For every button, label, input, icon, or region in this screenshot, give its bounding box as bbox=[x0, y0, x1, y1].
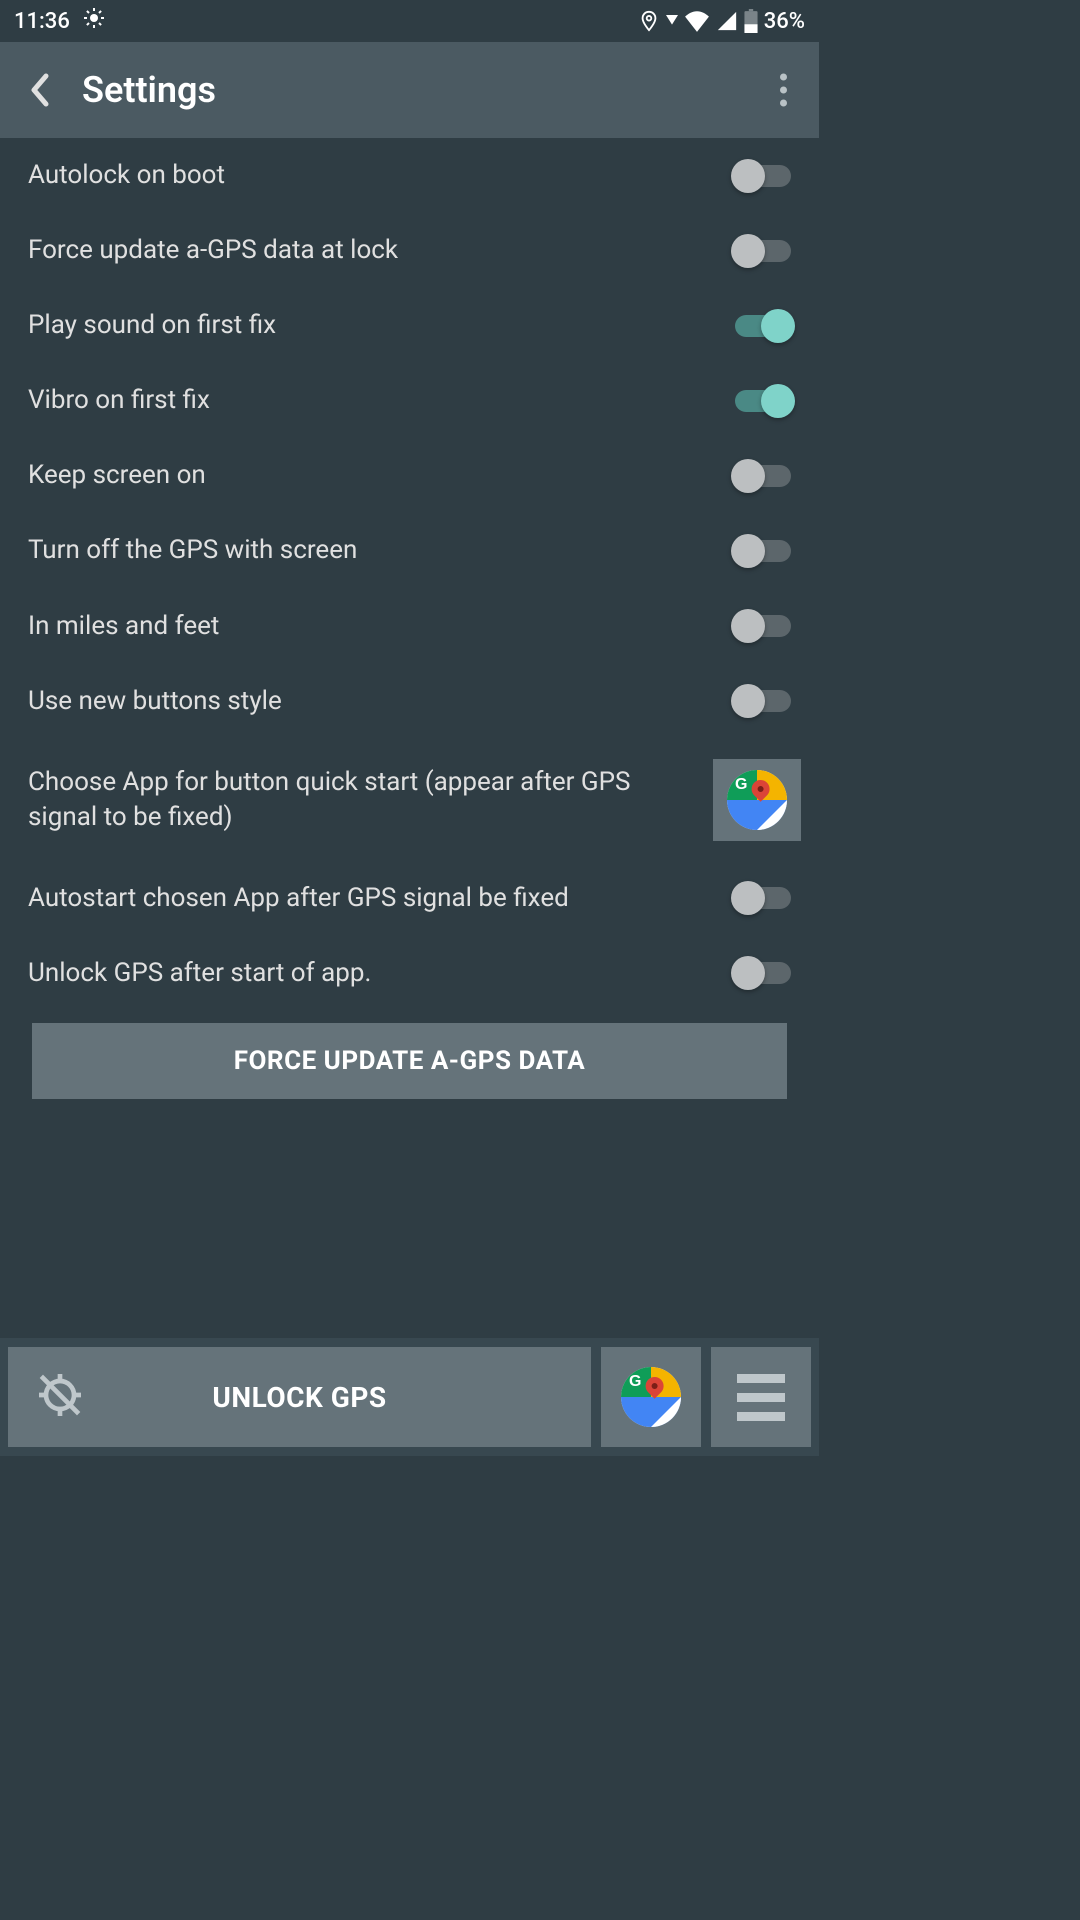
setting-row[interactable]: Autolock on boot bbox=[0, 138, 819, 213]
setting-label: In miles and feet bbox=[28, 609, 715, 644]
setting-label: Turn off the GPS with screen bbox=[28, 533, 715, 568]
status-time: 11:36 bbox=[14, 9, 70, 34]
toggle-switch[interactable] bbox=[735, 887, 791, 909]
gps-off-icon bbox=[32, 1367, 88, 1427]
unlock-label: UNLOCK GPS bbox=[212, 1381, 386, 1414]
toggle-switch[interactable] bbox=[735, 690, 791, 712]
triangle-down-icon bbox=[666, 15, 678, 27]
status-bar: 11:36 36% bbox=[0, 0, 819, 42]
toggle-switch[interactable] bbox=[735, 165, 791, 187]
toggle-switch[interactable] bbox=[735, 315, 791, 337]
signal-icon bbox=[716, 10, 738, 32]
setting-row[interactable]: Autostart chosen App after GPS signal be… bbox=[0, 861, 819, 936]
setting-row[interactable]: Unlock GPS after start of app. bbox=[0, 936, 819, 1011]
setting-row[interactable]: Play sound on first fix bbox=[0, 288, 819, 363]
setting-label: Autolock on boot bbox=[28, 158, 715, 193]
battery-percent: 36% bbox=[764, 9, 805, 34]
toggle-switch[interactable] bbox=[735, 240, 791, 262]
settings-list: Autolock on boot Force update a-GPS data… bbox=[0, 138, 819, 1099]
toggle-switch[interactable] bbox=[735, 962, 791, 984]
menu-button[interactable] bbox=[711, 1347, 811, 1447]
dots-icon bbox=[780, 74, 787, 81]
maps-icon: G bbox=[621, 1367, 681, 1427]
wifi-icon bbox=[684, 10, 710, 32]
setting-row[interactable]: Keep screen on bbox=[0, 438, 819, 513]
force-update-label: FORCE UPDATE A-GPS DATA bbox=[234, 1046, 586, 1076]
overflow-menu-button[interactable] bbox=[772, 66, 795, 115]
setting-row[interactable]: Force update a-GPS data at lock bbox=[0, 213, 819, 288]
setting-row[interactable]: Vibro on first fix bbox=[0, 363, 819, 438]
setting-row[interactable]: Turn off the GPS with screen bbox=[0, 513, 819, 588]
unlock-gps-button[interactable]: UNLOCK GPS bbox=[8, 1347, 591, 1447]
setting-label: Autostart chosen App after GPS signal be… bbox=[28, 881, 715, 916]
maps-button[interactable]: G bbox=[601, 1347, 701, 1447]
force-update-button[interactable]: FORCE UPDATE A-GPS DATA bbox=[32, 1023, 787, 1099]
setting-label: Force update a-GPS data at lock bbox=[28, 233, 715, 268]
toggle-switch[interactable] bbox=[735, 540, 791, 562]
setting-label: Vibro on first fix bbox=[28, 383, 715, 418]
status-right: 36% bbox=[638, 9, 805, 34]
battery-icon bbox=[744, 9, 758, 33]
gps-status-icon bbox=[82, 6, 106, 36]
setting-label: Unlock GPS after start of app. bbox=[28, 956, 715, 991]
status-left: 11:36 bbox=[14, 6, 106, 36]
hamburger-icon bbox=[737, 1374, 785, 1383]
setting-label: Keep screen on bbox=[28, 458, 715, 493]
setting-label: Play sound on first fix bbox=[28, 308, 715, 343]
setting-row[interactable]: Use new buttons style bbox=[0, 664, 819, 739]
page-title: Settings bbox=[82, 69, 216, 111]
app-chooser-label: Choose App for button quick start (appea… bbox=[28, 765, 693, 835]
app-bar: Settings bbox=[0, 42, 819, 138]
maps-icon: G bbox=[727, 770, 787, 830]
location-icon bbox=[638, 10, 660, 32]
setting-label: Use new buttons style bbox=[28, 684, 715, 719]
back-button[interactable] bbox=[18, 68, 62, 112]
app-chooser-button[interactable]: G bbox=[713, 759, 801, 841]
setting-row[interactable]: In miles and feet bbox=[0, 589, 819, 664]
toggle-switch[interactable] bbox=[735, 390, 791, 412]
app-chooser-row[interactable]: Choose App for button quick start (appea… bbox=[0, 739, 819, 861]
toggle-switch[interactable] bbox=[735, 615, 791, 637]
toggle-switch[interactable] bbox=[735, 465, 791, 487]
bottom-bar: UNLOCK GPS G bbox=[0, 1338, 819, 1456]
